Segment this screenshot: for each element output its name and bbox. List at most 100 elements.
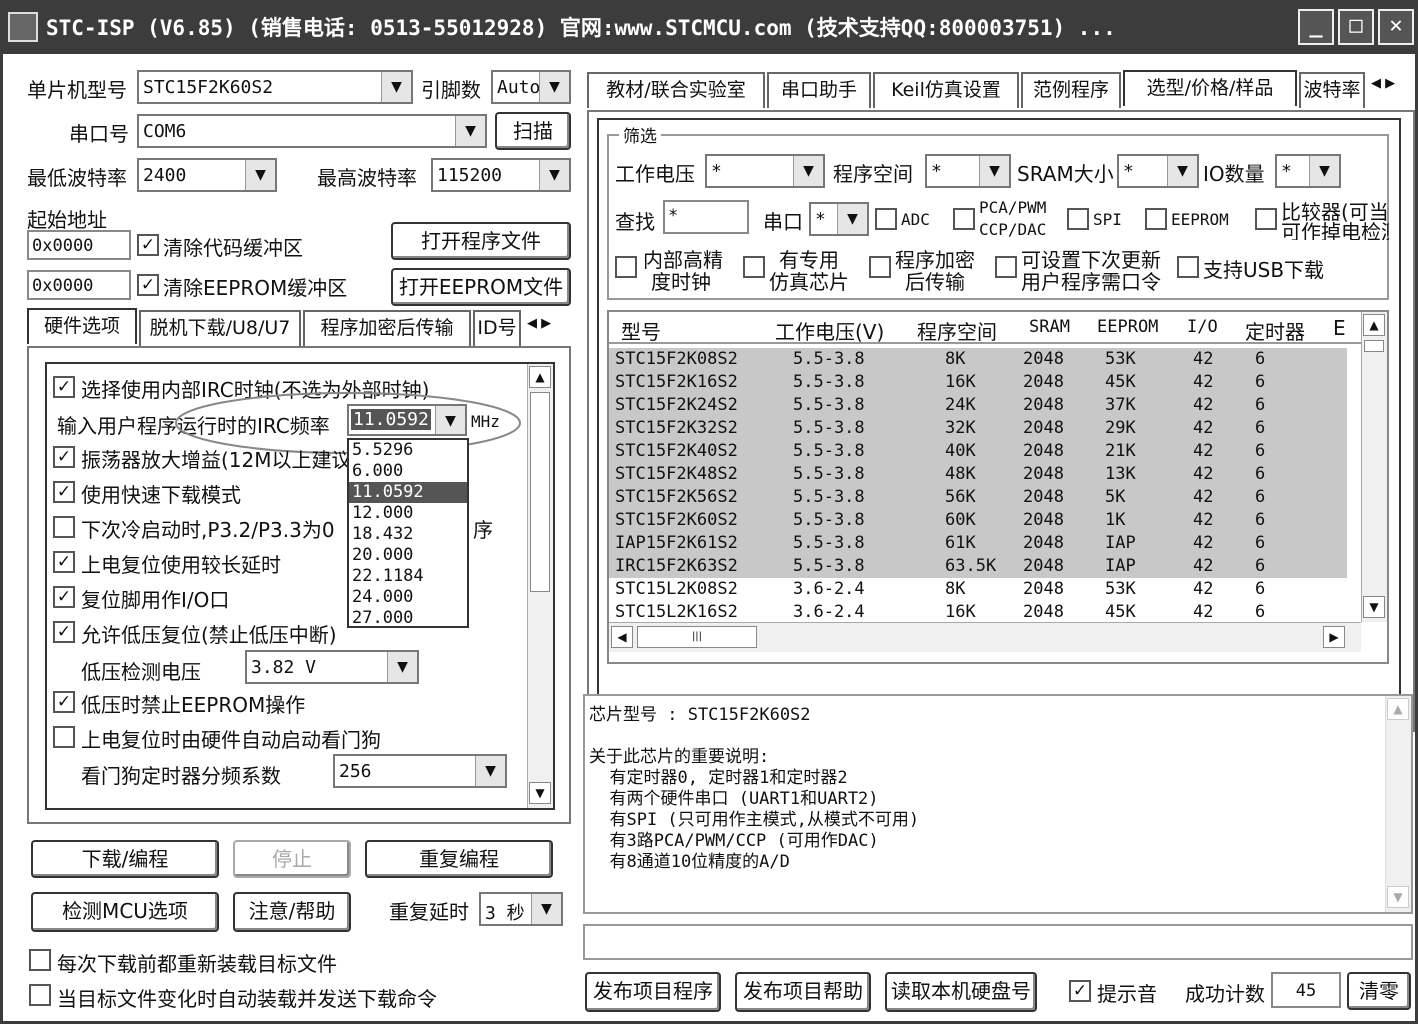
stop-button[interactable]: 停止 [233,840,351,878]
reset-delay-checkbox[interactable]: ✓ [53,551,75,573]
freq-option[interactable]: 22.1184 [349,566,467,587]
reload-before-download-checkbox[interactable] [29,949,51,971]
min-baud-select[interactable]: 2400 ▼ [137,158,277,192]
table-row[interactable]: STC15L2K08S2 3.6-2.4 8K 2048 53K 42 6 [609,578,1347,601]
code-start-address-input[interactable]: 0x0000 [27,230,131,260]
read-disk-id-button[interactable]: 读取本机硬盘号 [885,972,1037,1012]
filter-prog-select[interactable]: * ▼ [925,154,1011,188]
filter-encrypt-checkbox[interactable] [869,256,891,278]
max-baud-select[interactable]: 115200 ▼ [431,158,571,192]
freq-option[interactable]: 18.432 [349,524,467,545]
table-vscrollbar[interactable]: ▲ ▼ [1361,312,1387,622]
freq-option[interactable]: 5.5296 [349,440,467,461]
help-button[interactable]: 注意/帮助 [233,892,351,932]
filter-io-select[interactable]: * ▼ [1275,154,1341,188]
freq-option[interactable]: 6.000 [349,461,467,482]
scroll-up-icon[interactable]: ▲ [529,366,551,388]
low-voltage-select[interactable]: 3.82 V ▼ [245,650,419,684]
freq-option[interactable]: 20.000 [349,545,467,566]
filter-comparator-checkbox[interactable] [1255,208,1277,230]
table-hscrollbar[interactable]: ◀ ||| ▶ [609,622,1361,652]
osc-gain-checkbox[interactable]: ✓ [53,446,75,468]
col-header-io[interactable]: I/O [1187,317,1218,337]
col-header-model[interactable]: 型号 [621,316,661,345]
irc-frequency-dropdown[interactable]: 5.5296 6.000 11.0592 12.000 18.432 20.00… [347,438,469,628]
table-row[interactable]: STC15F2K08S2 5.5-3.8 8K 2048 53K 42 6 [609,348,1347,371]
table-row[interactable]: IAP15F2K61S2 5.5-3.8 61K 2048 IAP 42 6 [609,532,1347,555]
table-row[interactable]: STC15F2K16S2 5.5-3.8 16K 2048 45K 42 6 [609,371,1347,394]
col-header-timer[interactable]: 定时器 [1245,316,1305,345]
scroll-thumb[interactable] [530,392,550,592]
maximize-button[interactable]: □ [1338,9,1374,45]
irc-clock-checkbox[interactable]: ✓ [53,376,75,398]
tab-encrypted-transfer[interactable]: 程序加密后传输 [303,310,471,346]
tab-scroll-arrows-icon[interactable]: ◀ ▶ [1371,76,1395,91]
scan-button[interactable]: 扫描 [495,112,571,150]
scroll-left-icon[interactable]: ◀ [611,626,633,648]
filter-irc-checkbox[interactable] [615,256,637,278]
filter-uart-select[interactable]: * ▼ [809,202,869,236]
tab-textbook-lab[interactable]: 教材/联合实验室 [587,72,765,108]
col-header-eeprom[interactable]: EEPROM [1097,317,1158,337]
watchdog-prescaler-select[interactable]: 256 ▼ [333,754,507,788]
tab-baud-rate[interactable]: 波特率 [1299,72,1365,108]
scroll-thumb-grip-icon[interactable]: ||| [637,626,757,648]
clear-count-button[interactable]: 清零 [1347,972,1411,1010]
beep-checkbox[interactable]: ✓ [1069,980,1091,1002]
detect-mcu-button[interactable]: 检测MCU选项 [31,892,219,932]
col-header-sram[interactable]: SRAM [1029,317,1070,337]
table-row[interactable]: STC15F2K60S2 5.5-3.8 60K 2048 1K 42 6 [609,509,1347,532]
mcu-type-select[interactable]: STC15F2K60S2 ▼ [137,70,413,104]
tab-selection-price[interactable]: 选型/价格/样品 [1123,70,1297,106]
scroll-up-icon[interactable]: ▲ [1363,314,1385,336]
auto-load-checkbox[interactable] [29,984,51,1006]
open-eeprom-file-button[interactable]: 打开EEPROM文件 [391,268,571,306]
hardware-options-scrollbar[interactable]: ▲ ▼ [527,364,553,808]
com-port-select[interactable]: COM6 ▼ [137,114,487,148]
table-row[interactable]: STC15F2K48S2 5.5-3.8 48K 2048 13K 42 6 [609,463,1347,486]
filter-eeprom-checkbox[interactable] [1145,208,1167,230]
freq-option[interactable]: 12.000 [349,503,467,524]
minimize-button[interactable]: _ [1298,9,1334,45]
filter-sram-select[interactable]: * ▼ [1117,154,1199,188]
scroll-right-icon[interactable]: ▶ [1323,626,1345,648]
low-voltage-reset-checkbox[interactable]: ✓ [53,621,75,643]
tab-serial-assistant[interactable]: 串口助手 [767,72,871,108]
repeat-program-button[interactable]: 重复编程 [365,840,553,878]
close-button[interactable]: ✕ [1378,9,1414,45]
repeat-delay-select[interactable]: 3 秒 ▼ [479,892,563,926]
filter-find-input[interactable]: * [663,200,749,234]
scroll-down-icon[interactable]: ▼ [529,782,551,804]
freq-option[interactable]: 27.000 [349,608,467,629]
tab-sample-programs[interactable]: 范例程序 [1021,72,1121,108]
col-header-extra[interactable]: E [1333,316,1346,340]
low-voltage-eeprom-checkbox[interactable]: ✓ [53,691,75,713]
table-row[interactable]: STC15F2K40S2 5.5-3.8 40K 2048 21K 42 6 [609,440,1347,463]
table-row[interactable]: STC15F2K24S2 5.5-3.8 24K 2048 37K 42 6 [609,394,1347,417]
p32-p33-checkbox[interactable] [53,516,75,538]
scroll-down-icon[interactable]: ▼ [1387,886,1409,908]
chip-info-text[interactable]: 芯片型号 : STC15F2K60S2 关于此芯片的重要说明: 有定时器0, 定时… [583,694,1413,914]
clear-code-checkbox[interactable]: ✓ [137,234,159,256]
table-row[interactable]: STC15F2K32S2 5.5-3.8 32K 2048 29K 42 6 [609,417,1347,440]
fast-download-checkbox[interactable]: ✓ [53,481,75,503]
publish-help-button[interactable]: 发布项目帮助 [735,972,871,1012]
filter-usb-checkbox[interactable] [1177,256,1199,278]
table-row[interactable]: IRC15F2K63S2 5.5-3.8 63.5K 2048 IAP 42 6 [609,555,1347,578]
col-header-prog[interactable]: 程序空间 [917,316,997,345]
watchdog-auto-checkbox[interactable] [53,726,75,748]
scroll-up-icon[interactable]: ▲ [1387,698,1409,720]
tab-scroll-arrows-icon[interactable]: ◀ ▶ [527,316,551,331]
filter-voltage-select[interactable]: * ▼ [705,154,825,188]
scroll-down-icon[interactable]: ▼ [1363,596,1385,618]
freq-option-selected[interactable]: 11.0592 [349,482,467,503]
table-row[interactable]: STC15L2K16S2 3.6-2.4 16K 2048 45K 42 6 [609,601,1347,624]
scroll-thumb[interactable] [1364,340,1384,352]
tab-hardware-options[interactable]: 硬件选项 [27,308,137,344]
table-row[interactable]: STC15F2K56S2 5.5-3.8 56K 2048 5K 42 6 [609,486,1347,509]
filter-pca-checkbox[interactable] [953,208,975,230]
open-program-file-button[interactable]: 打开程序文件 [391,222,571,260]
clear-eeprom-checkbox[interactable]: ✓ [137,274,159,296]
tab-id-number[interactable]: ID号 [473,310,521,346]
freq-option[interactable]: 24.000 [349,587,467,608]
